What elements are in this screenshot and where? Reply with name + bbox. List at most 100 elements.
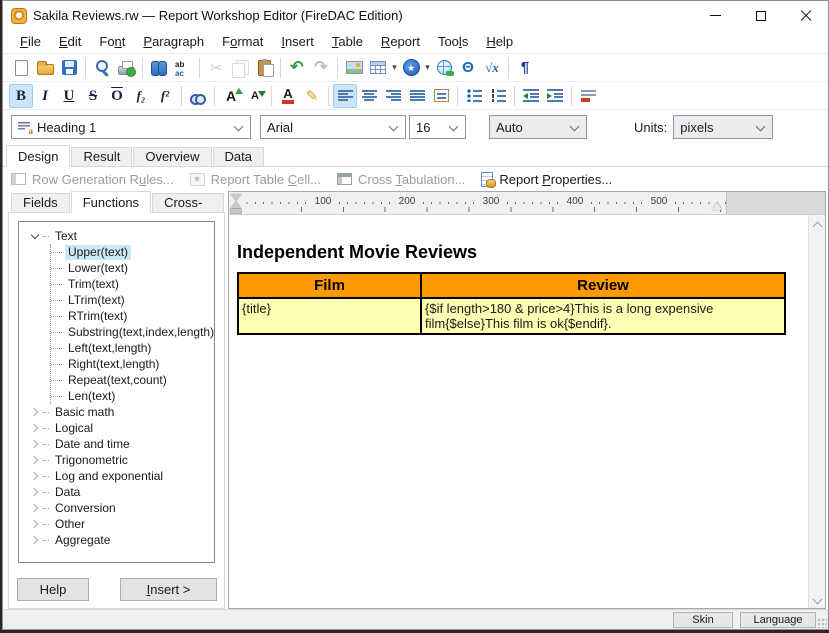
superscript-button[interactable]: f² [153, 84, 177, 108]
table-dropdown-caret[interactable]: ▾ [390, 62, 399, 73]
decrease-indent-button[interactable] [519, 84, 543, 108]
tree-item[interactable]: RTrim(text) [51, 308, 214, 324]
paste-button[interactable] [252, 56, 276, 80]
right-indent-marker[interactable] [712, 202, 722, 210]
menu-report[interactable]: Report [372, 32, 429, 51]
font-size-combobox[interactable]: 16 [409, 115, 466, 139]
tab-design[interactable]: Design [6, 145, 70, 167]
cut-button[interactable]: ✂ [204, 56, 228, 80]
menu-insert[interactable]: Insert [272, 32, 323, 51]
formatting-marks-button[interactable]: ¶ [513, 56, 537, 80]
underline-button[interactable]: U [57, 84, 81, 108]
left-indent-handle[interactable] [231, 209, 241, 213]
chevron-right-icon[interactable] [31, 488, 39, 496]
insert-image-button[interactable] [342, 56, 366, 80]
increase-indent-button[interactable] [543, 84, 567, 108]
skin-button[interactable]: Skin [673, 612, 733, 628]
tree-item[interactable]: Trim(text) [51, 276, 214, 292]
tree-item[interactable]: Repeat(text,count) [51, 372, 214, 388]
tab-functions[interactable]: Functions [71, 191, 151, 213]
chevron-down-icon[interactable] [31, 232, 39, 240]
tree-item[interactable]: Left(text,length) [51, 340, 214, 356]
column-header-film[interactable]: Film [238, 273, 421, 298]
resize-grip[interactable] [817, 618, 827, 628]
numbered-list-button[interactable] [486, 84, 510, 108]
tree-node-data[interactable]: Data [29, 484, 214, 500]
tree-node-basic-math[interactable]: Basic math [29, 404, 214, 420]
document-heading[interactable]: Independent Movie Reviews [237, 242, 808, 263]
report-properties-button[interactable]: Report Properties... [481, 172, 612, 187]
scroll-down-icon[interactable] [812, 595, 822, 605]
insert-field-button[interactable]: Θ [456, 56, 480, 80]
first-line-indent-marker[interactable] [231, 194, 241, 201]
new-document-button[interactable] [9, 56, 33, 80]
tree-node-aggregate[interactable]: Aggregate [29, 532, 214, 548]
language-button[interactable]: Language [740, 612, 816, 628]
document-canvas[interactable]: Independent Movie Reviews Film Review {t… [229, 215, 808, 608]
line-spacing-button[interactable] [429, 84, 453, 108]
close-button[interactable] [783, 1, 828, 30]
tab-fields[interactable]: Fields [11, 193, 70, 212]
insert-formula-button[interactable]: √x [480, 56, 504, 80]
open-button[interactable] [33, 56, 57, 80]
menu-table[interactable]: Table [323, 32, 372, 51]
scroll-up-icon[interactable] [812, 222, 822, 232]
chevron-right-icon[interactable] [31, 520, 39, 528]
tree-node-logical[interactable]: Logical [29, 420, 214, 436]
print-button[interactable] [114, 56, 138, 80]
replace-button[interactable]: abac [171, 56, 195, 80]
italic-button[interactable]: I [33, 84, 57, 108]
chevron-right-icon[interactable] [31, 504, 39, 512]
cross-tabulation-button[interactable]: Cross Tabulation... [337, 172, 465, 187]
minimize-button[interactable] [693, 1, 738, 30]
insert-symbol-button[interactable]: ★ [399, 56, 423, 80]
report-table-cell-button[interactable]: ★ Report Table Cell... [190, 172, 321, 187]
bullet-list-button[interactable] [462, 84, 486, 108]
menu-format[interactable]: Format [213, 32, 272, 51]
chevron-right-icon[interactable] [31, 424, 39, 432]
paragraph-style-combobox[interactable]: Heading 1 [11, 115, 251, 139]
find-button[interactable] [147, 56, 171, 80]
align-left-button[interactable] [333, 84, 357, 108]
undo-button[interactable]: ↶ [285, 56, 309, 80]
tree-item[interactable]: Lower(text) [51, 260, 214, 276]
bold-button[interactable]: B [9, 84, 33, 108]
cell-film[interactable]: {title} [238, 298, 421, 334]
symbol-dropdown-caret[interactable]: ▾ [423, 62, 432, 73]
vertical-scrollbar[interactable] [808, 215, 825, 608]
shrink-font-button[interactable]: A [243, 84, 267, 108]
font-family-combobox[interactable]: Arial [260, 115, 406, 139]
overline-button[interactable]: O [105, 84, 129, 108]
tab-data[interactable]: Data [213, 147, 264, 166]
strikethrough-button[interactable]: S [81, 84, 105, 108]
tree-item[interactable]: Upper(text) [51, 244, 214, 260]
chevron-right-icon[interactable] [31, 440, 39, 448]
align-center-button[interactable] [357, 84, 381, 108]
tree-item[interactable]: LTrim(text) [51, 292, 214, 308]
insert-function-button[interactable]: Insert > [120, 578, 217, 601]
chevron-right-icon[interactable] [31, 408, 39, 416]
tree-node-date-time[interactable]: Date and time [29, 436, 214, 452]
subscript-button[interactable]: f₂ [129, 84, 153, 108]
tree-item[interactable]: Substring(text,index,length) [51, 324, 214, 340]
menu-file[interactable]: File [11, 32, 50, 51]
grow-font-button[interactable]: A [219, 84, 243, 108]
insert-table-button[interactable] [366, 56, 390, 80]
menu-help[interactable]: Help [477, 32, 522, 51]
tree-item[interactable]: Right(text,length) [51, 356, 214, 372]
hyperlink-button[interactable] [432, 56, 456, 80]
title-bar[interactable]: Sakila Reviews.rw — Report Workshop Edit… [3, 1, 828, 30]
redo-button[interactable]: ↷ [309, 56, 333, 80]
highlight-button[interactable]: ✎ [300, 84, 324, 108]
help-button[interactable]: Help [17, 578, 89, 601]
row-generation-rules-button[interactable]: Row Generation Rules... [11, 172, 174, 187]
menu-font[interactable]: Font [90, 32, 134, 51]
left-indent-marker[interactable] [231, 201, 241, 208]
paragraph-color-button[interactable] [576, 84, 600, 108]
units-combobox[interactable]: pixels [673, 115, 773, 139]
font-color-button[interactable]: A [276, 84, 300, 108]
chevron-right-icon[interactable] [31, 456, 39, 464]
tree-node-conversion[interactable]: Conversion [29, 500, 214, 516]
maximize-button[interactable] [738, 1, 783, 30]
reading-view-button[interactable] [186, 84, 210, 108]
